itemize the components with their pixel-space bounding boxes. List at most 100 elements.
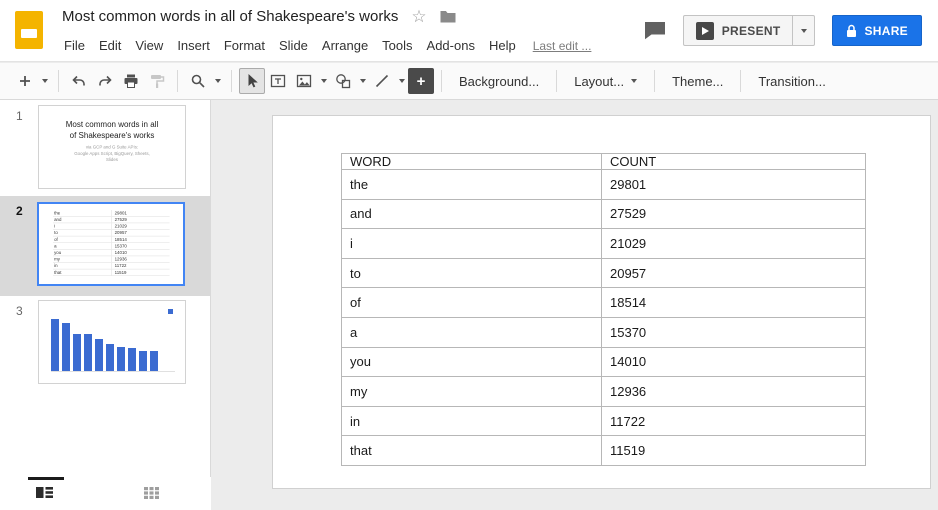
- table-header-row: WORDCOUNT: [342, 154, 866, 170]
- plus-icon: [17, 73, 33, 89]
- table-cell[interactable]: 12936: [602, 377, 866, 407]
- table-cell[interactable]: 21029: [602, 229, 866, 259]
- menu-help[interactable]: Help: [482, 35, 523, 56]
- table-row[interactable]: the29801: [342, 170, 866, 200]
- table-row[interactable]: my12936: [342, 377, 866, 407]
- thumb3-legend-dot: [168, 309, 173, 314]
- header-actions: PRESENT SHARE: [644, 15, 922, 46]
- table-row[interactable]: i21029: [342, 229, 866, 259]
- paint-format-button[interactable]: [144, 68, 170, 94]
- menu-edit[interactable]: Edit: [92, 35, 128, 56]
- present-group: PRESENT: [683, 15, 816, 46]
- cursor-icon: [244, 73, 260, 89]
- share-button[interactable]: SHARE: [832, 15, 922, 46]
- shape-button[interactable]: [330, 68, 356, 94]
- line-tool-button[interactable]: [369, 68, 395, 94]
- star-icon[interactable]: ☆: [411, 8, 426, 25]
- table-row[interactable]: to20957: [342, 258, 866, 288]
- table-cell[interactable]: a: [342, 317, 602, 347]
- table-cell[interactable]: that: [342, 436, 602, 466]
- image-options-button[interactable]: [317, 68, 330, 94]
- new-slide-button[interactable]: [12, 68, 38, 94]
- table-cell[interactable]: i: [342, 229, 602, 259]
- transition-button[interactable]: Transition...: [748, 68, 835, 94]
- slide-thumbnail-2[interactable]: the29801and27529i21029to20957of18514a153…: [37, 202, 185, 286]
- mini-bar: [106, 344, 114, 371]
- editor-canvas: WORDCOUNT the29801and27529i21029to20957o…: [211, 100, 938, 510]
- insert-image-button[interactable]: [291, 68, 317, 94]
- table-row[interactable]: in11722: [342, 406, 866, 436]
- slides-logo-icon[interactable]: [15, 11, 43, 49]
- theme-label: Theme...: [672, 74, 723, 89]
- background-label: Background...: [459, 74, 539, 89]
- line-options-button[interactable]: [395, 68, 408, 94]
- current-slide[interactable]: WORDCOUNT the29801and27529i21029to20957o…: [272, 115, 931, 489]
- zoom-button[interactable]: [185, 68, 211, 94]
- slide-filmstrip: 1 Most common words in all of Shakespear…: [0, 100, 211, 510]
- grid-view-button[interactable]: [144, 486, 159, 499]
- table-header-cell[interactable]: WORD: [342, 154, 602, 170]
- table-cell[interactable]: 20957: [602, 258, 866, 288]
- table-cell[interactable]: you: [342, 347, 602, 377]
- table-cell[interactable]: 11519: [602, 436, 866, 466]
- table-row[interactable]: a15370: [342, 317, 866, 347]
- mini-table-row: of18514: [53, 236, 170, 243]
- menu-addons[interactable]: Add-ons: [420, 35, 482, 56]
- table-header-cell[interactable]: COUNT: [602, 154, 866, 170]
- zoom-options-button[interactable]: [211, 68, 224, 94]
- document-title[interactable]: Most common words in all of Shakespeare'…: [62, 8, 398, 25]
- undo-button[interactable]: [66, 68, 92, 94]
- toolbar-separator: [441, 70, 442, 92]
- thumb3-bar-chart: [51, 316, 175, 372]
- menu-insert[interactable]: Insert: [170, 35, 217, 56]
- table-row[interactable]: of18514: [342, 288, 866, 318]
- table-cell[interactable]: 15370: [602, 317, 866, 347]
- folder-icon[interactable]: [440, 10, 456, 23]
- mini-bar: [128, 348, 136, 371]
- table-row[interactable]: that11519: [342, 436, 866, 466]
- table-cell[interactable]: and: [342, 199, 602, 229]
- mini-table-row: my12936: [53, 256, 170, 263]
- menu-slide[interactable]: Slide: [272, 35, 315, 56]
- mini-bar: [84, 334, 92, 371]
- present-button[interactable]: PRESENT: [683, 15, 794, 46]
- chevron-down-icon: [399, 79, 405, 83]
- new-slide-options-button[interactable]: [38, 68, 51, 94]
- theme-button[interactable]: Theme...: [662, 68, 733, 94]
- table-cell[interactable]: the: [342, 170, 602, 200]
- text-box-button[interactable]: [265, 68, 291, 94]
- table-cell[interactable]: 29801: [602, 170, 866, 200]
- slide-row-3: 3: [0, 300, 211, 392]
- chevron-down-icon: [360, 79, 366, 83]
- table-row[interactable]: and27529: [342, 199, 866, 229]
- slide-number: 1: [16, 109, 23, 123]
- comments-button[interactable]: [644, 21, 666, 40]
- table-cell[interactable]: 27529: [602, 199, 866, 229]
- table-cell[interactable]: 14010: [602, 347, 866, 377]
- slide-thumbnail-3[interactable]: [38, 300, 186, 384]
- table-cell[interactable]: 18514: [602, 288, 866, 318]
- menu-file[interactable]: File: [57, 35, 92, 56]
- select-tool-button[interactable]: [239, 68, 265, 94]
- layout-button[interactable]: Layout...: [564, 68, 647, 94]
- slide-thumbnail-1[interactable]: Most common words in all of Shakespeare'…: [38, 105, 186, 189]
- table-row[interactable]: you14010: [342, 347, 866, 377]
- present-options-button[interactable]: [793, 15, 815, 46]
- table-cell[interactable]: 11722: [602, 406, 866, 436]
- last-edit-link[interactable]: Last edit ...: [533, 39, 592, 53]
- table-cell[interactable]: of: [342, 288, 602, 318]
- menu-format[interactable]: Format: [217, 35, 272, 56]
- redo-button[interactable]: [92, 68, 118, 94]
- table-cell[interactable]: to: [342, 258, 602, 288]
- print-button[interactable]: [118, 68, 144, 94]
- menu-arrange[interactable]: Arrange: [315, 35, 375, 56]
- shape-options-button[interactable]: [356, 68, 369, 94]
- menu-tools[interactable]: Tools: [375, 35, 419, 56]
- table-cell[interactable]: in: [342, 406, 602, 436]
- table-cell[interactable]: my: [342, 377, 602, 407]
- word-count-table[interactable]: WORDCOUNT the29801and27529i21029to20957o…: [341, 153, 866, 466]
- background-button[interactable]: Background...: [449, 68, 549, 94]
- filmstrip-view-button[interactable]: [36, 486, 53, 499]
- menu-view[interactable]: View: [128, 35, 170, 56]
- insert-comment-button[interactable]: +: [408, 68, 434, 94]
